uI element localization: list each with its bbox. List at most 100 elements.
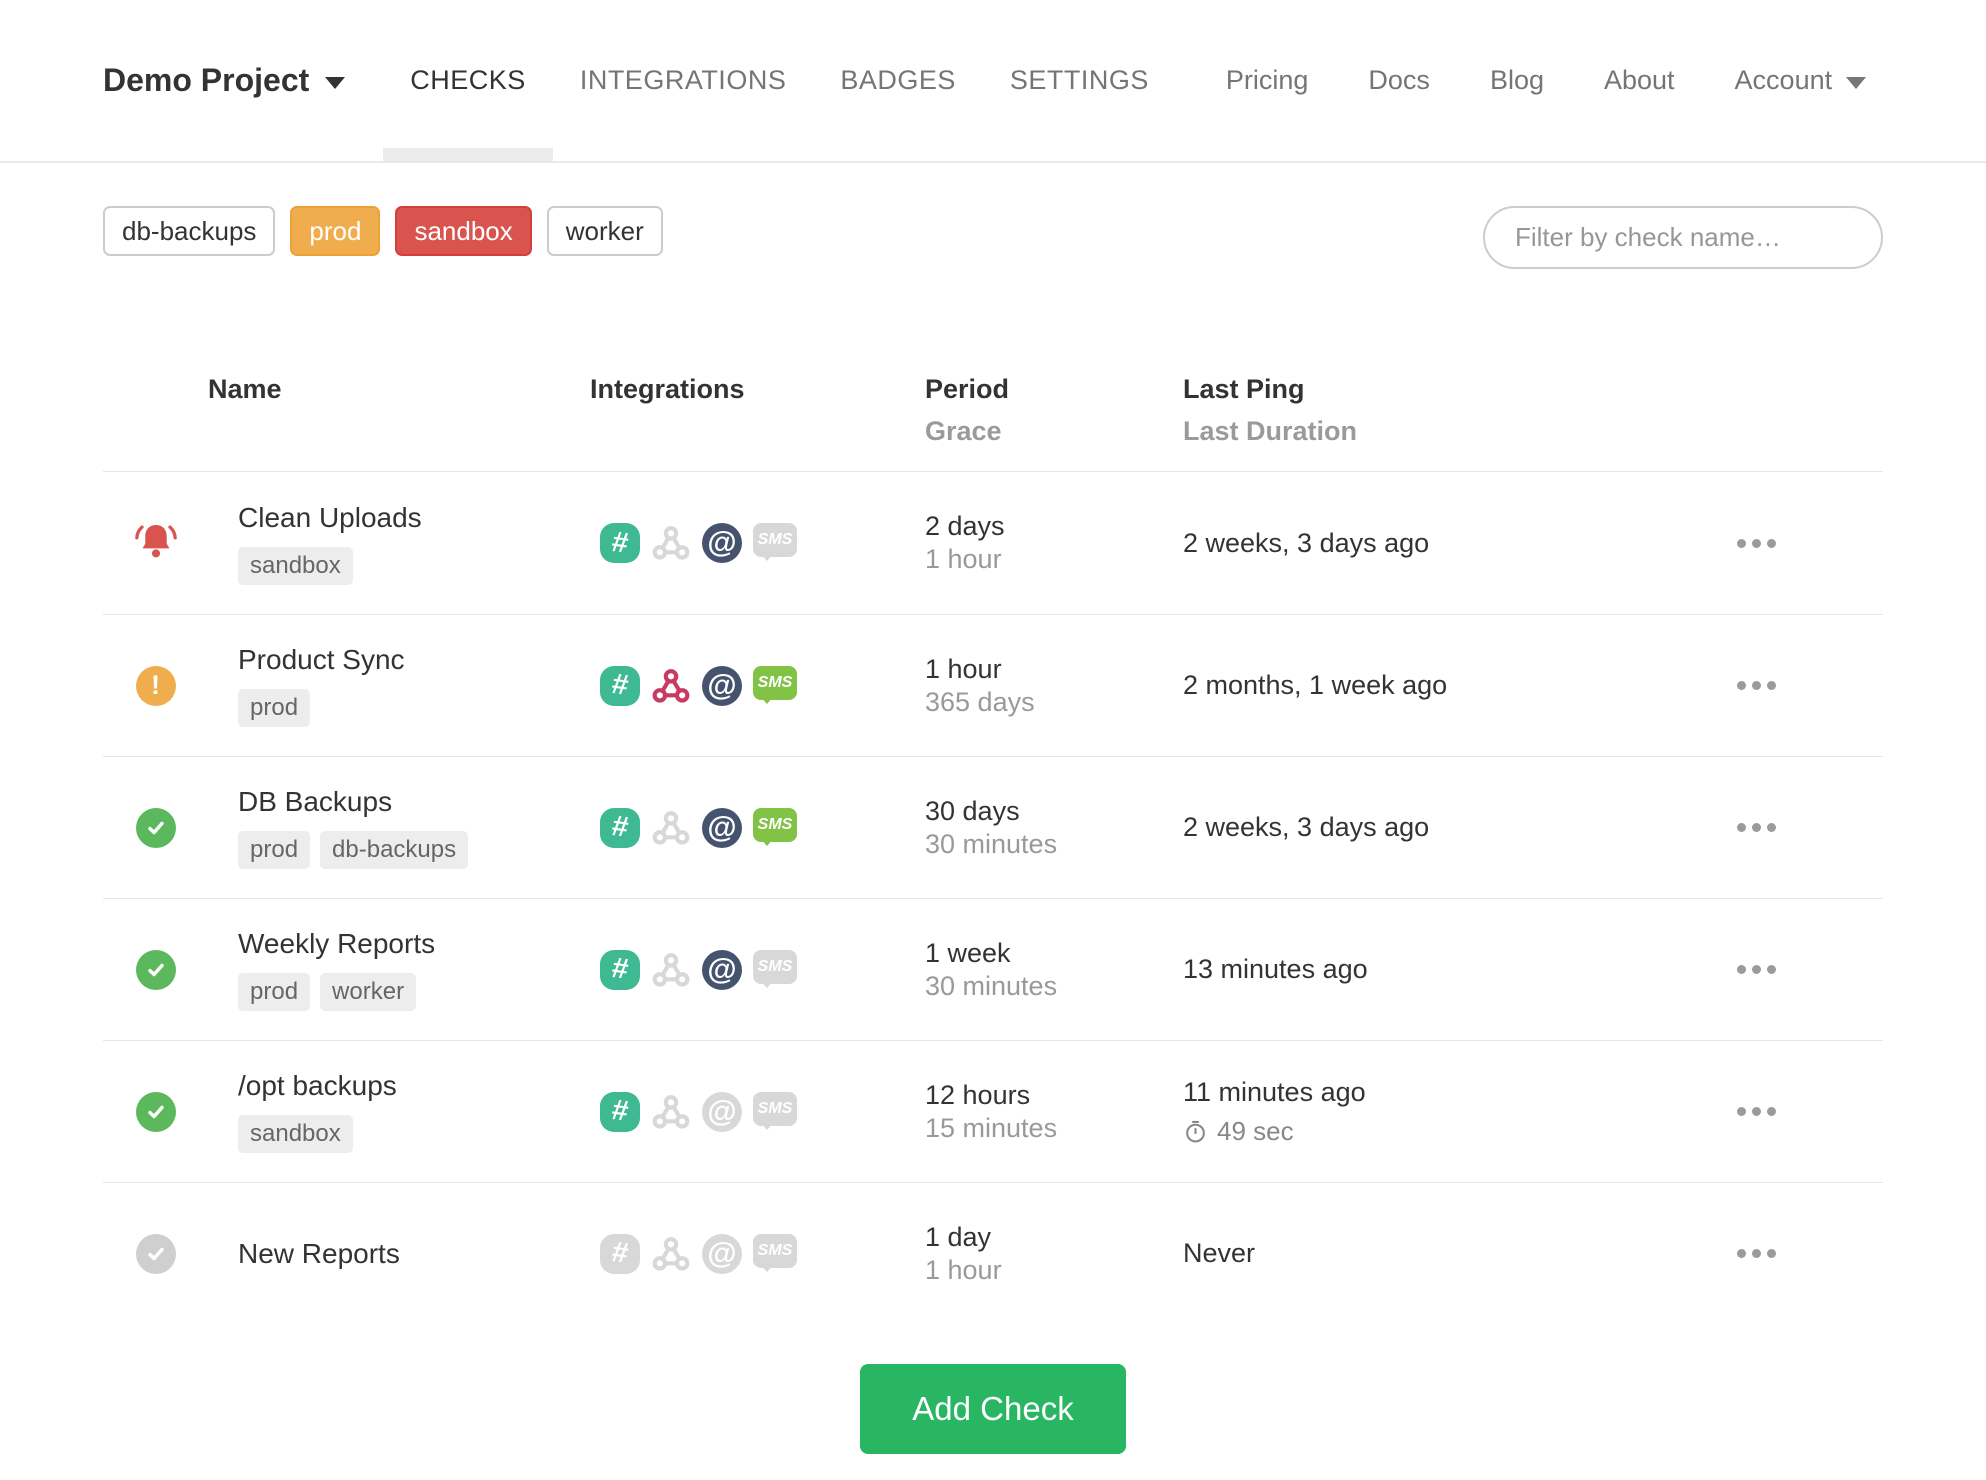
slack-icon: # bbox=[600, 1233, 640, 1274]
period-value: 1 week bbox=[925, 937, 1011, 968]
check-name-filter-input[interactable] bbox=[1483, 206, 1883, 269]
header-name: Name bbox=[208, 374, 282, 404]
tag-filter-worker[interactable]: worker bbox=[546, 206, 663, 256]
slack-icon: # bbox=[600, 523, 640, 563]
row-menu-cell bbox=[1733, 1235, 1780, 1272]
period-value: 1 day bbox=[925, 1221, 992, 1252]
up-check-icon bbox=[135, 807, 176, 848]
tag-chip: worker bbox=[320, 973, 417, 1011]
grace-value: 15 minutes bbox=[925, 1112, 1058, 1143]
table-row: Clean Uploads sandbox # @ SMS 2 days 1 h… bbox=[103, 472, 1883, 614]
integrations-cell: # @ SMS bbox=[568, 1091, 893, 1132]
period-value: 30 days bbox=[925, 795, 1020, 826]
tag-chip: sandbox bbox=[238, 546, 353, 585]
toolbar: db-backups prod sandbox worker bbox=[0, 163, 1986, 269]
stopwatch-icon bbox=[1186, 1120, 1205, 1142]
table-row: /opt backups sandbox # @ SMS 12 hours 15… bbox=[103, 1040, 1883, 1182]
row-menu-cell bbox=[1733, 951, 1780, 988]
check-name-link[interactable]: /opt backups bbox=[238, 1070, 568, 1102]
row-menu-button[interactable] bbox=[1733, 667, 1780, 704]
integrations-cell: # @ SMS bbox=[568, 523, 893, 563]
check-name-link[interactable]: New Reports bbox=[238, 1238, 568, 1270]
tag-filter-prod[interactable]: prod bbox=[290, 206, 381, 256]
grace-value: 365 days bbox=[925, 686, 1035, 717]
last-ping-cell: 2 weeks, 3 days ago bbox=[1148, 528, 1733, 559]
email-icon: @ bbox=[702, 1233, 742, 1274]
webhook-icon bbox=[651, 523, 691, 563]
status-cell bbox=[135, 1091, 176, 1132]
nav-link-pricing[interactable]: Pricing bbox=[1196, 65, 1339, 96]
tag-chip: sandbox bbox=[238, 1115, 353, 1153]
email-icon: @ bbox=[702, 1091, 742, 1132]
period-cell: 1 day 1 hour bbox=[893, 1221, 1148, 1287]
row-menu-cell bbox=[1733, 667, 1780, 704]
period-value: 12 hours bbox=[925, 1079, 1031, 1110]
row-menu-button[interactable] bbox=[1733, 1093, 1780, 1130]
name-cell: New Reports bbox=[208, 1238, 568, 1270]
table-row: ! Product Sync prod # @ SMS 1 hour 365 d… bbox=[103, 614, 1883, 756]
add-check-button[interactable]: Add Check bbox=[860, 1364, 1126, 1454]
table-row: DB Backups prod db-backups # @ SMS 30 day… bbox=[103, 756, 1883, 898]
last-ping-value: 11 minutes ago bbox=[1183, 1076, 1366, 1107]
nav-link-blog[interactable]: Blog bbox=[1460, 65, 1574, 96]
check-name-link[interactable]: Weekly Reports bbox=[238, 928, 568, 960]
name-cell: /opt backups sandbox bbox=[208, 1070, 568, 1153]
last-ping-value: 2 months, 1 week ago bbox=[1183, 670, 1448, 700]
sms-icon: SMS bbox=[753, 807, 797, 846]
tab-settings[interactable]: SETTINGS bbox=[983, 0, 1176, 161]
project-switcher[interactable]: Demo Project bbox=[103, 0, 346, 161]
check-name-link[interactable]: DB Backups bbox=[238, 786, 568, 818]
status-cell bbox=[135, 949, 176, 990]
tag-chip: prod bbox=[238, 831, 311, 869]
email-icon: @ bbox=[702, 665, 742, 706]
project-tabs: CHECKS INTEGRATIONS BADGES SETTINGS bbox=[383, 0, 1176, 161]
checks-table-body: Clean Uploads sandbox # @ SMS 2 days 1 h… bbox=[103, 472, 1883, 1324]
row-menu-button[interactable] bbox=[1733, 1235, 1780, 1272]
slack-icon: # bbox=[600, 665, 640, 706]
row-menu-button[interactable] bbox=[1733, 809, 1780, 846]
nav-link-about[interactable]: About bbox=[1574, 65, 1705, 96]
integrations-cell: # @ SMS bbox=[568, 1233, 893, 1274]
sms-icon: SMS bbox=[753, 949, 797, 988]
tab-integrations[interactable]: INTEGRATIONS bbox=[553, 0, 814, 161]
name-cell: Product Sync prod bbox=[208, 644, 568, 727]
slack-icon: # bbox=[600, 1091, 640, 1132]
tag-chip: prod bbox=[238, 689, 311, 727]
name-cell: Clean Uploads sandbox bbox=[208, 502, 568, 585]
last-duration-value: 49 sec bbox=[1217, 1115, 1294, 1146]
tag-filter-db-backups[interactable]: db-backups bbox=[103, 206, 276, 256]
period-cell: 30 days 30 minutes bbox=[893, 795, 1148, 861]
account-menu[interactable]: Account bbox=[1705, 65, 1897, 96]
sms-icon: SMS bbox=[753, 1091, 797, 1130]
last-duration: 49 sec bbox=[1183, 1116, 1733, 1147]
row-menu-button[interactable] bbox=[1733, 951, 1780, 988]
header-lastping-duration: Last Ping Last Duration bbox=[1183, 374, 1358, 446]
new-check-icon bbox=[135, 1233, 176, 1274]
grace-value: 1 hour bbox=[925, 544, 1002, 574]
webhook-icon bbox=[651, 1234, 691, 1274]
last-ping-value: Never bbox=[1183, 1238, 1256, 1268]
status-cell bbox=[135, 1233, 176, 1274]
name-cell: DB Backups prod db-backups bbox=[208, 786, 568, 869]
up-check-icon bbox=[135, 1091, 176, 1132]
tab-checks[interactable]: CHECKS bbox=[383, 0, 553, 161]
alert-bell-icon bbox=[133, 520, 179, 566]
tab-badges[interactable]: BADGES bbox=[813, 0, 983, 161]
row-menu-button[interactable] bbox=[1733, 525, 1780, 562]
check-name-link[interactable]: Clean Uploads bbox=[238, 502, 568, 534]
table-row: Weekly Reports prod worker # @ SMS 1 week… bbox=[103, 898, 1883, 1040]
warning-icon: ! bbox=[135, 665, 176, 706]
header-period-grace: Period Grace bbox=[925, 374, 1010, 446]
tag-filter-sandbox[interactable]: sandbox bbox=[395, 206, 532, 256]
name-cell: Weekly Reports prod worker bbox=[208, 928, 568, 1011]
tag-chip: db-backups bbox=[320, 831, 469, 869]
check-tags: prod bbox=[238, 689, 568, 727]
period-cell: 1 week 30 minutes bbox=[893, 937, 1148, 1003]
slack-icon: # bbox=[600, 949, 640, 990]
check-tags: prod worker bbox=[238, 973, 568, 1011]
period-value: 2 days bbox=[925, 511, 1005, 541]
site-links: Pricing Docs Blog About Account bbox=[1196, 0, 1896, 161]
check-name-link[interactable]: Product Sync bbox=[238, 644, 568, 676]
nav-link-docs[interactable]: Docs bbox=[1338, 65, 1460, 96]
row-menu-cell bbox=[1733, 809, 1780, 846]
